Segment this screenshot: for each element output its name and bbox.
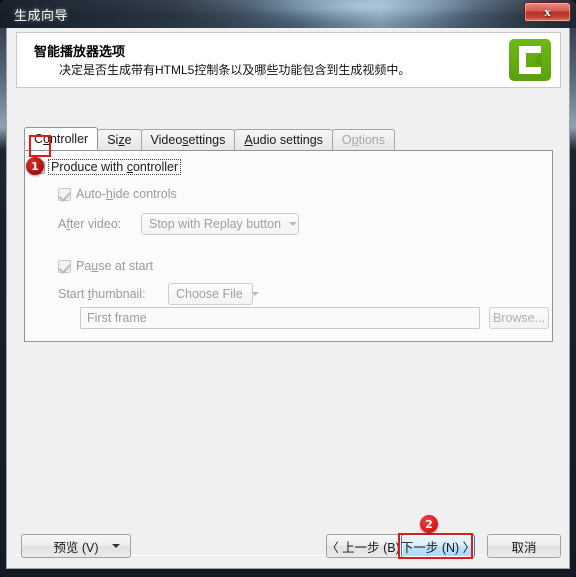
produce-with-controller-label: Produce with controller [48, 159, 182, 175]
tab-audio-settings[interactable]: Audio settings [234, 129, 333, 150]
close-icon: x [544, 4, 551, 19]
tab-panel-controller: Produce with controller Auto-hide contro… [24, 150, 553, 342]
annotation-badge-2: 2 [420, 515, 438, 533]
after-video-label: After video: [58, 217, 122, 231]
after-video-row: After video: Stop with Replay button [58, 213, 299, 235]
back-button[interactable]: 〈 上一步 (B) [326, 534, 400, 558]
tab-video-settings[interactable]: Video s ettings [140, 129, 236, 150]
header-banner: 智能播放器选项 决定是否生成带有HTML5控制条以及哪些功能包含到生成视频中。 [16, 32, 561, 88]
chevron-down-icon [250, 292, 259, 296]
start-thumbnail-row: Start thumbnail: Choose File [58, 283, 259, 305]
after-video-value: Stop with Replay button [149, 217, 282, 231]
pause-at-start-checkbox[interactable] [58, 259, 71, 273]
camtasia-c-glyph [519, 46, 541, 74]
tab-strip: Co ntroller Si z e Video s ettings Audio set… [24, 127, 395, 150]
thumbnail-path-value: First frame [87, 311, 147, 325]
preview-button[interactable]: 预览 (V) [21, 534, 131, 558]
dialog-window: 生成向导 x 智能播放器选项 决定是否生成带有HTML5控制条以及哪些功能包含到… [0, 0, 576, 577]
start-thumbnail-value: Choose File [176, 287, 243, 301]
auto-hide-controls-checkbox[interactable] [58, 187, 71, 201]
after-video-dropdown[interactable]: Stop with Replay button [141, 213, 299, 235]
chevron-down-icon [289, 222, 298, 226]
start-thumbnail-label: Start thumbnail: [58, 287, 146, 301]
produce-with-controller-row[interactable]: Produce with controller [32, 159, 182, 175]
thumbnail-path-input[interactable]: First frame [80, 307, 480, 329]
window-title: 生成向导 [14, 8, 69, 23]
browse-button[interactable]: Browse... [489, 307, 549, 329]
page-subtitle: 决定是否生成带有HTML5控制条以及哪些功能包含到生成视频中。 [59, 63, 411, 77]
titlebar: 生成向导 x [0, 0, 576, 28]
tab-controller[interactable]: Co ntroller [24, 127, 99, 150]
dialog-body: 智能播放器选项 决定是否生成带有HTML5控制条以及哪些功能包含到生成视频中。 … [6, 28, 570, 569]
cancel-button[interactable]: 取消 [487, 534, 561, 558]
pause-at-start-row[interactable]: Pause at start [58, 259, 153, 273]
camtasia-logo-icon [509, 39, 551, 81]
auto-hide-controls-label: Auto-hide controls [76, 187, 177, 201]
next-button[interactable]: 下一步 (N) 〉 [401, 534, 475, 558]
tab-size[interactable]: Si z e [97, 129, 142, 150]
tab-options[interactable]: Op tions [331, 129, 395, 150]
close-button[interactable]: x [524, 2, 571, 22]
start-thumbnail-dropdown[interactable]: Choose File [168, 283, 259, 305]
page-title: 智能播放器选项 [34, 44, 126, 59]
pause-at-start-label: Pause at start [76, 259, 154, 273]
annotation-badge-1: 1 [26, 157, 44, 175]
preview-button-label: 预览 (V) [53, 540, 99, 555]
auto-hide-controls-row[interactable]: Auto-hide controls [58, 187, 177, 201]
chevron-down-icon [112, 544, 120, 548]
